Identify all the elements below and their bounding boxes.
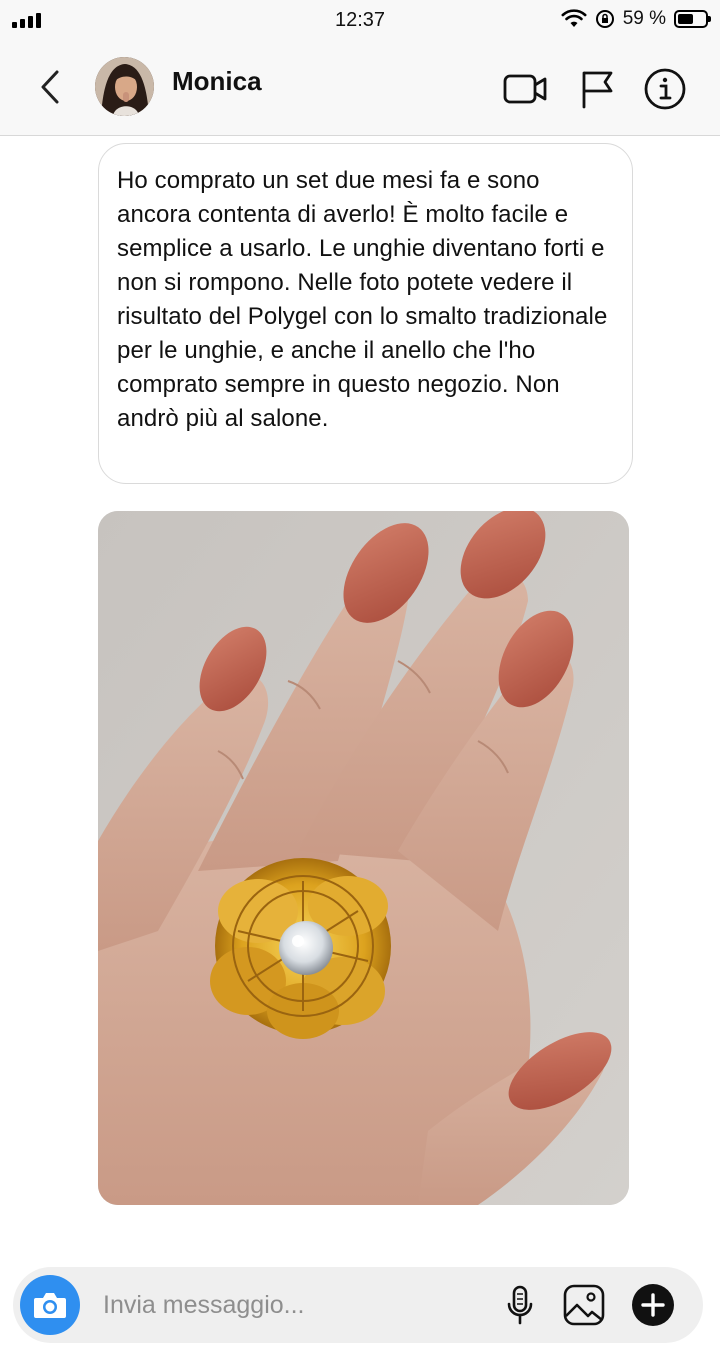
info-button[interactable]: [640, 64, 690, 114]
message-input[interactable]: [103, 1281, 483, 1329]
flag-icon: [582, 71, 613, 109]
battery-icon: [674, 10, 711, 28]
contact-name[interactable]: Monica: [172, 66, 262, 97]
back-button[interactable]: [30, 64, 70, 110]
orientation-lock-icon: [595, 10, 614, 28]
back-icon: [41, 70, 59, 104]
status-bar: 12:37 59 %: [0, 0, 720, 40]
hand-ring-photo: [98, 511, 629, 1205]
gallery-icon: [563, 1284, 605, 1326]
microphone-icon: [507, 1285, 533, 1325]
avatar[interactable]: [95, 57, 154, 116]
flower-ring: [210, 858, 391, 1039]
plus-icon: [632, 1284, 674, 1326]
camera-icon: [34, 1293, 66, 1318]
voice-button[interactable]: [496, 1281, 544, 1329]
message-composer: [13, 1267, 703, 1343]
video-call-icon: [503, 74, 547, 104]
chat-header: Monica: [0, 40, 720, 136]
battery-percentage: 59 %: [622, 8, 666, 29]
wifi-icon: [561, 9, 587, 27]
camera-button[interactable]: [20, 1275, 80, 1335]
info-icon: [644, 68, 686, 110]
more-button[interactable]: [629, 1281, 677, 1329]
video-call-button[interactable]: [500, 64, 550, 114]
message-photo[interactable]: [98, 511, 629, 1205]
message-bubble[interactable]: Ho comprato un set due mesi fa e sono an…: [98, 143, 633, 484]
status-right: 59 %: [561, 8, 711, 30]
report-button[interactable]: [572, 64, 622, 114]
gallery-button[interactable]: [560, 1281, 608, 1329]
message-text: Ho comprato un set due mesi fa e sono an…: [117, 167, 608, 432]
